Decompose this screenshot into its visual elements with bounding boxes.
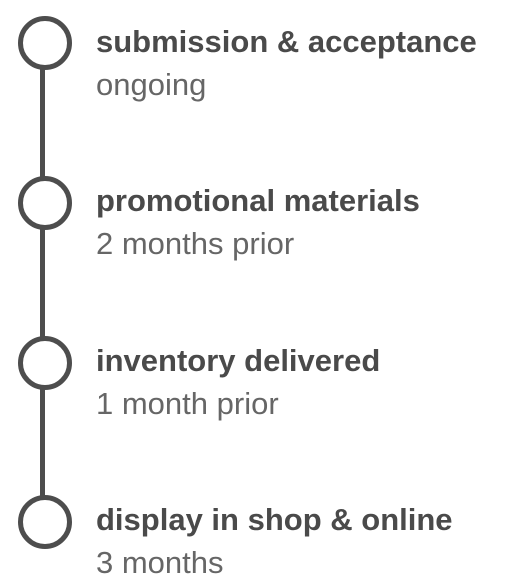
timeline-node-circle xyxy=(18,495,72,549)
timeline-step: display in shop & online 3 months xyxy=(96,500,516,586)
timeline-node-circle xyxy=(18,336,72,390)
timeline-node-circle xyxy=(18,16,72,70)
step-title: display in shop & online xyxy=(96,502,453,537)
step-timing: 3 months xyxy=(96,545,224,580)
step-title: inventory delivered xyxy=(96,343,381,378)
timeline-step: promotional materials 2 months prior xyxy=(96,181,516,267)
step-timing: 2 months prior xyxy=(96,226,295,261)
timeline: submission & acceptance ongoing promotio… xyxy=(0,0,520,583)
timeline-node-circle xyxy=(18,176,72,230)
step-timing: ongoing xyxy=(96,67,207,102)
step-title: submission & acceptance xyxy=(96,24,477,59)
step-title: promotional materials xyxy=(96,183,420,218)
step-timing: 1 month prior xyxy=(96,386,279,421)
timeline-step: inventory delivered 1 month prior xyxy=(96,341,516,427)
timeline-step: submission & acceptance ongoing xyxy=(96,22,516,108)
timeline-connector-line xyxy=(40,40,45,520)
